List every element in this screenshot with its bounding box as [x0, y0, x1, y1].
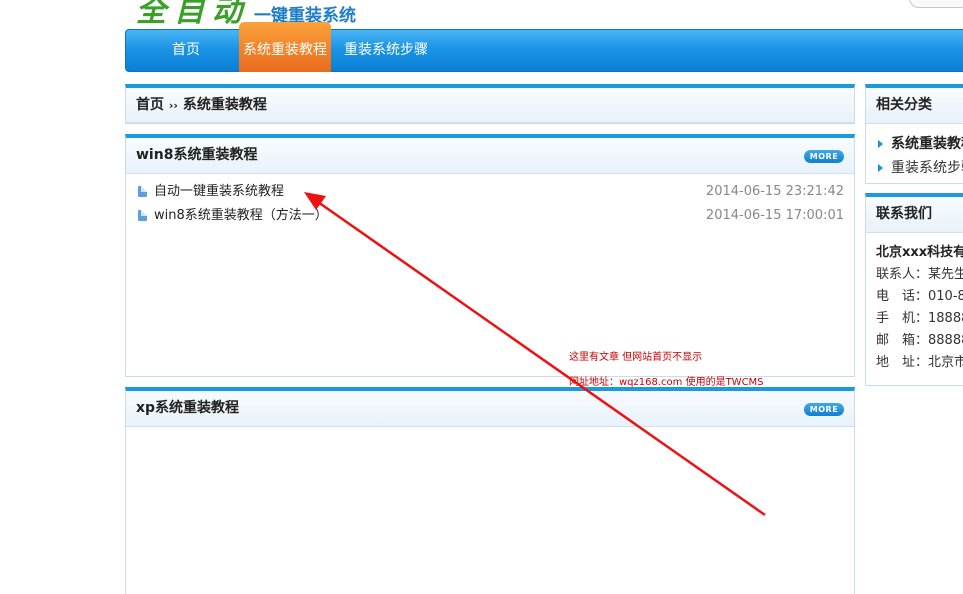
- breadcrumb-bar: 首页 ›› 系统重装教程: [126, 88, 854, 123]
- contact-phone: 电 话：010-88888888: [876, 289, 963, 304]
- list-item: 自动一键重装系统教程 2014-06-15 23:21:42: [138, 181, 844, 205]
- contact-person: 联系人：某先生: [876, 267, 963, 282]
- category-item-tutorials[interactable]: 系统重装教程: [878, 133, 963, 157]
- document-icon: [138, 210, 147, 221]
- list-item: win8系统重装教程（方法一） 2014-06-15 17:00:01: [138, 205, 844, 229]
- article-link[interactable]: 自动一键重装系统教程: [154, 184, 284, 199]
- win8-more-button[interactable]: MORE: [804, 150, 844, 163]
- contact-mobile: 手 机：18888888888: [876, 311, 963, 326]
- article-link[interactable]: win8系统重装教程（方法一）: [154, 208, 328, 223]
- site-logo[interactable]: 全自动 一键重装系统: [136, 0, 356, 29]
- category-item-steps[interactable]: 重装系统步骤: [878, 157, 963, 181]
- nav-item-steps[interactable]: 重装系统步骤: [341, 30, 431, 71]
- win8-article-list: 自动一键重装系统教程 2014-06-15 23:21:42 win8系统重装教…: [126, 174, 854, 229]
- contact-company: 北京xxx科技有限公司: [876, 245, 963, 260]
- main-nav: 首页 系统重装教程 重装系统步骤: [125, 22, 963, 72]
- win8-panel-title: win8系统重装教程: [136, 147, 258, 163]
- category-label: 系统重装教程: [891, 136, 963, 152]
- annotation-note-1: 这里有文章 但网站首页不显示: [569, 352, 703, 363]
- annotation-note-2: 网址地址：wqz168.com 使用的是TWCMS: [569, 377, 764, 388]
- arrow-right-icon: [878, 164, 883, 172]
- contact-panel-header: 联系我们: [866, 197, 963, 233]
- breadcrumb-home[interactable]: 首页: [136, 97, 164, 113]
- breadcrumb-current[interactable]: 系统重装教程: [183, 97, 267, 113]
- document-icon: [138, 186, 147, 197]
- win8-panel-header: win8系统重装教程 MORE: [126, 138, 854, 174]
- nav-item-tutorials[interactable]: 系统重装教程: [239, 22, 331, 72]
- arrow-right-icon: [878, 140, 883, 148]
- xp-more-button[interactable]: MORE: [804, 403, 844, 416]
- category-panel-header: 相关分类: [866, 88, 963, 124]
- contact-info: 北京xxx科技有限公司 联系人：某先生 电 话：010-88888888 手 机…: [866, 233, 963, 374]
- xp-panel-header: xp系统重装教程 MORE: [126, 391, 854, 427]
- contact-panel: 联系我们 北京xxx科技有限公司 联系人：某先生 电 话：010-8888888…: [865, 193, 963, 386]
- article-date: 2014-06-15 17:00:01: [705, 208, 844, 223]
- contact-address: 地 址：北京市: [876, 355, 963, 370]
- category-panel: 相关分类 系统重装教程 重装系统步骤: [865, 84, 963, 184]
- contact-email: 邮 箱：88888888@qq.com: [876, 333, 963, 348]
- article-date: 2014-06-15 23:21:42: [705, 184, 844, 199]
- win8-article-panel: win8系统重装教程 MORE 自动一键重装系统教程 2014-06-15 23…: [125, 134, 855, 377]
- nav-item-home[interactable]: 首页: [148, 30, 224, 71]
- breadcrumb-separator: ››: [168, 99, 178, 112]
- xp-article-panel: xp系统重装教程 MORE: [125, 387, 855, 594]
- search-box[interactable]: [909, 0, 963, 8]
- contact-panel-title: 联系我们: [876, 206, 932, 222]
- category-panel-title: 相关分类: [876, 97, 932, 113]
- category-label: 重装系统步骤: [891, 160, 963, 176]
- breadcrumb: 首页 ›› 系统重装教程: [125, 84, 855, 124]
- logo-text-big: 全自动: [136, 0, 250, 29]
- xp-panel-title: xp系统重装教程: [136, 400, 240, 416]
- category-list: 系统重装教程 重装系统步骤: [866, 124, 963, 181]
